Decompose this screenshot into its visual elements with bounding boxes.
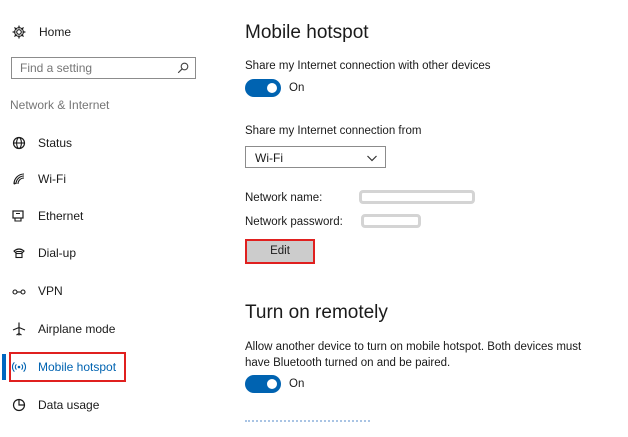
network-password-label: Network password: <box>245 216 343 228</box>
dialup-icon <box>13 248 25 259</box>
main-content: Mobile hotspot Share my Internet connect… <box>245 0 625 437</box>
chevron-down-icon <box>367 155 377 162</box>
toggle-track <box>245 79 281 97</box>
airplane-icon <box>12 322 26 336</box>
share-from-label: Share my Internet connection from <box>245 125 422 137</box>
share-from-dropdown[interactable]: Wi-Fi <box>245 146 386 168</box>
sidebar-item-wifi[interactable]: Wi-Fi <box>0 166 215 192</box>
dropdown-value: Wi-Fi <box>255 151 283 165</box>
toggle-knob <box>267 83 277 93</box>
toggle-knob <box>267 379 277 389</box>
sidebar-item-label: Data usage <box>38 398 100 412</box>
wifi-icon <box>13 173 25 185</box>
sidebar: Home Network & Internet Status <box>0 0 215 437</box>
section-label: Network & Internet <box>10 98 110 112</box>
sidebar-item-label: Status <box>38 136 73 150</box>
sidebar-item-label: Dial-up <box>38 246 77 260</box>
remote-toggle[interactable]: On <box>245 375 304 393</box>
sidebar-item-dialup[interactable]: Dial-up <box>0 240 215 266</box>
sidebar-item-airplane-mode[interactable]: Airplane mode <box>0 316 215 342</box>
search-box <box>11 57 196 79</box>
share-label: Share my Internet connection with other … <box>245 60 491 72</box>
sidebar-item-label: Mobile hotspot <box>38 360 117 374</box>
home-link[interactable]: Home <box>12 22 71 42</box>
redacted-network-password <box>361 214 421 228</box>
gear-icon <box>12 25 26 39</box>
toggle-state: On <box>289 82 305 94</box>
sidebar-item-label: Wi-Fi <box>38 172 66 186</box>
data-usage-icon <box>12 398 26 412</box>
network-name-label: Network name: <box>245 192 323 204</box>
search-icon[interactable] <box>177 62 189 74</box>
sidebar-item-mobile-hotspot[interactable]: Mobile hotspot <box>0 354 215 380</box>
share-toggle[interactable]: On <box>245 79 304 97</box>
sidebar-item-vpn[interactable]: VPN <box>0 278 215 304</box>
remote-section-title: Turn on remotely <box>245 302 388 323</box>
edit-button[interactable]: Edit <box>245 239 315 264</box>
sidebar-item-label: Airplane mode <box>38 322 116 336</box>
sidebar-item-status[interactable]: Status <box>0 130 215 156</box>
search-input[interactable] <box>20 61 177 75</box>
settings-window: Home Network & Internet Status <box>0 0 628 437</box>
sidebar-item-label: Ethernet <box>38 209 84 223</box>
home-label: Home <box>39 25 72 39</box>
sidebar-item-ethernet[interactable]: Ethernet <box>0 203 215 229</box>
remote-description: Allow another device to turn on mobile h… <box>245 341 582 369</box>
ethernet-icon <box>12 210 24 222</box>
cutoff-link <box>245 420 370 423</box>
redacted-network-name <box>359 190 475 204</box>
sidebar-item-label: VPN <box>38 284 63 298</box>
status-globe-icon <box>12 136 26 150</box>
vpn-icon <box>12 289 26 295</box>
page-title: Mobile hotspot <box>245 22 369 43</box>
hotspot-icon <box>12 362 26 372</box>
toggle-track <box>245 375 281 393</box>
toggle-state: On <box>289 378 305 390</box>
sidebar-item-data-usage[interactable]: Data usage <box>0 392 215 418</box>
